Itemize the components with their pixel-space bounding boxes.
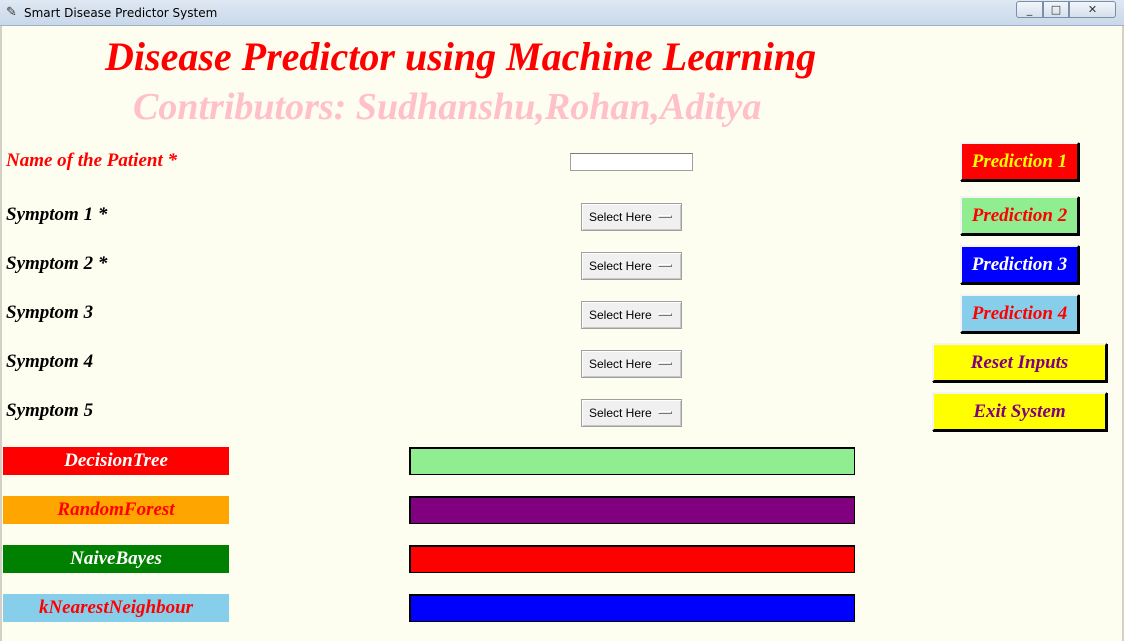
contributors-text: Contributors: Sudhanshu,Rohan,Aditya (133, 86, 762, 128)
naive-bayes-result (409, 545, 855, 573)
symptom-5-dropdown[interactable]: Select Here (581, 399, 682, 427)
prediction-2-button[interactable]: Prediction 2 (960, 196, 1079, 235)
symptom-3-selected: Select Here (589, 308, 652, 322)
symptom-1-label: Symptom 1 * (6, 204, 108, 225)
reset-inputs-button[interactable]: Reset Inputs (932, 343, 1107, 382)
random-forest-result (409, 496, 855, 524)
naive-bayes-label: NaiveBayes (3, 545, 229, 573)
symptom-5-label: Symptom 5 (6, 400, 94, 421)
prediction-4-button[interactable]: Prediction 4 (960, 294, 1079, 333)
decision-tree-label: DecisionTree (3, 447, 229, 475)
symptom-4-label: Symptom 4 (6, 351, 94, 372)
symptom-4-selected: Select Here (589, 357, 652, 371)
symptom-1-dropdown[interactable]: Select Here (581, 203, 682, 231)
dropdown-indicator-icon (658, 411, 672, 414)
page-title: Disease Predictor using Machine Learning (105, 34, 817, 79)
close-button[interactable]: ✕ (1069, 1, 1116, 18)
dropdown-indicator-icon (658, 362, 672, 365)
knn-label: kNearestNeighbour (3, 594, 229, 622)
prediction-1-button[interactable]: Prediction 1 (960, 142, 1079, 181)
minimize-button[interactable]: _ (1016, 1, 1043, 18)
dropdown-indicator-icon (658, 264, 672, 267)
exit-system-button[interactable]: Exit System (932, 392, 1107, 431)
prediction-3-button[interactable]: Prediction 3 (960, 245, 1079, 284)
symptom-5-selected: Select Here (589, 406, 652, 420)
maximize-icon: □ (1050, 3, 1062, 16)
patient-name-input[interactable] (570, 153, 693, 171)
minimize-icon: _ (1026, 3, 1033, 16)
symptom-1-selected: Select Here (589, 210, 652, 224)
symptom-2-selected: Select Here (589, 259, 652, 273)
random-forest-label: RandomForest (3, 496, 229, 524)
close-icon: ✕ (1087, 3, 1098, 16)
knn-result (409, 594, 855, 622)
symptom-2-label: Symptom 2 * (6, 253, 108, 274)
symptom-4-dropdown[interactable]: Select Here (581, 350, 682, 378)
window-title: Smart Disease Predictor System (24, 6, 218, 20)
patient-name-label: Name of the Patient * (6, 150, 177, 171)
symptom-3-dropdown[interactable]: Select Here (581, 301, 682, 329)
feather-icon: ✎ (6, 5, 17, 20)
symptom-3-label: Symptom 3 (6, 302, 94, 323)
window-titlebar: ✎ Smart Disease Predictor System _ □ ✕ (0, 0, 1124, 26)
symptom-2-dropdown[interactable]: Select Here (581, 252, 682, 280)
dropdown-indicator-icon (658, 313, 672, 316)
dropdown-indicator-icon (658, 215, 672, 218)
maximize-button[interactable]: □ (1043, 1, 1069, 18)
decision-tree-result (409, 447, 855, 475)
